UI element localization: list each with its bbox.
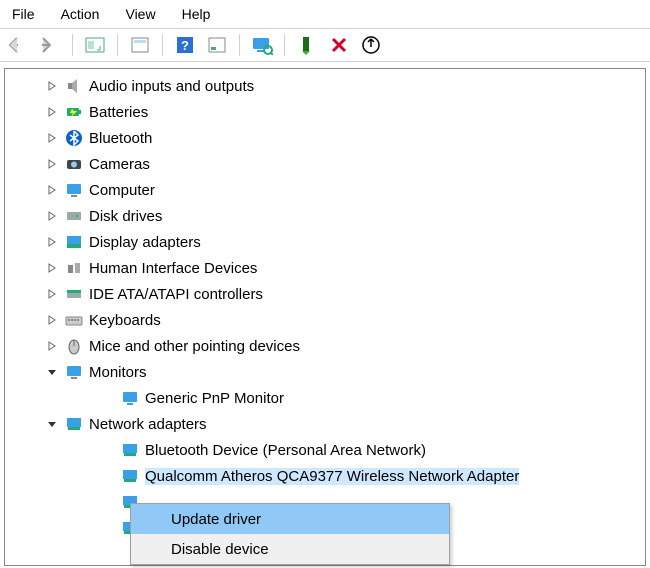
scan-hardware-button[interactable] (250, 33, 274, 57)
tree-node-label: Human Interface Devices (89, 260, 257, 277)
battery-icon (65, 103, 83, 121)
menu-file[interactable]: File (8, 4, 39, 24)
toolbar-sep (239, 34, 240, 56)
speaker-icon (65, 77, 83, 95)
forward-button[interactable] (38, 33, 62, 57)
menu-action[interactable]: Action (57, 4, 104, 24)
expand-icon[interactable] (45, 313, 59, 327)
tree-node[interactable]: Audio inputs and outputs (5, 73, 645, 99)
tree-node[interactable]: Bluetooth Device (Personal Area Network) (5, 437, 645, 463)
expand-icon[interactable] (45, 131, 59, 145)
tree-node-label: Computer (89, 182, 155, 199)
tree-node[interactable]: Network adapters (5, 411, 645, 437)
back-button[interactable] (6, 33, 30, 57)
expand-icon[interactable] (45, 105, 59, 119)
expand-icon[interactable] (45, 157, 59, 171)
tree-node[interactable]: Bluetooth (5, 125, 645, 151)
tree-node-label: Disk drives (89, 208, 162, 225)
monitor-blue-icon (121, 389, 139, 407)
display-icon (65, 233, 83, 251)
tree-node-label: IDE ATA/ATAPI controllers (89, 286, 263, 303)
tree-node-label: Network adapters (89, 416, 207, 433)
tree-node[interactable]: Qualcomm Atheros QCA9377 Wireless Networ… (5, 463, 645, 489)
expand-icon[interactable] (45, 287, 59, 301)
update-driver-button[interactable] (359, 33, 383, 57)
tree-node[interactable]: Computer (5, 177, 645, 203)
ide-icon (65, 285, 83, 303)
tree-node-label: Mice and other pointing devices (89, 338, 300, 355)
show-hide-tree-button[interactable] (83, 33, 107, 57)
tree-spacer (101, 521, 115, 535)
monitor-icon (65, 363, 83, 381)
tree-node[interactable]: Display adapters (5, 229, 645, 255)
tree-node-label: Bluetooth (89, 130, 152, 147)
tree-node[interactable]: IDE ATA/ATAPI controllers (5, 281, 645, 307)
svg-text:?: ? (181, 38, 189, 53)
collapse-icon[interactable] (45, 365, 59, 379)
toolbar: ? (0, 28, 650, 62)
properties-button[interactable] (128, 33, 152, 57)
tree-node-label: Audio inputs and outputs (89, 78, 254, 95)
tree-node[interactable]: Generic PnP Monitor (5, 385, 645, 411)
menu-view[interactable]: View (121, 4, 159, 24)
tree-node[interactable]: Mice and other pointing devices (5, 333, 645, 359)
menu-bar: File Action View Help (0, 0, 650, 28)
tree-node[interactable]: Disk drives (5, 203, 645, 229)
tree-spacer (101, 469, 115, 483)
tree-node[interactable]: Cameras (5, 151, 645, 177)
expand-icon[interactable] (45, 209, 59, 223)
tree-node[interactable]: Batteries (5, 99, 645, 125)
context-menu: Update driver Disable device (130, 503, 450, 565)
tree-spacer (101, 391, 115, 405)
device-tree[interactable]: Audio inputs and outputs Batteries Bluetoo… (4, 68, 646, 566)
action-button[interactable] (205, 33, 229, 57)
tree-node-label: Monitors (89, 364, 147, 381)
expand-icon[interactable] (45, 183, 59, 197)
help-button[interactable]: ? (173, 33, 197, 57)
ctx-disable-device[interactable]: Disable device (131, 534, 449, 564)
toolbar-sep (284, 34, 285, 56)
toolbar-sep (162, 34, 163, 56)
tree-spacer (101, 443, 115, 457)
net-icon (65, 415, 83, 433)
tree-spacer (101, 495, 115, 509)
monitor-icon (65, 181, 83, 199)
tree-node-label: Generic PnP Monitor (145, 390, 284, 407)
mouse-icon (65, 337, 83, 355)
enable-device-button[interactable] (295, 33, 319, 57)
tree-node-label: Keyboards (89, 312, 161, 329)
tree-node[interactable]: Monitors (5, 359, 645, 385)
keyboard-icon (65, 311, 83, 329)
uninstall-device-button[interactable] (327, 33, 351, 57)
toolbar-sep (72, 34, 73, 56)
net-blue-icon (121, 441, 139, 459)
expand-icon[interactable] (45, 261, 59, 275)
ctx-update-driver[interactable]: Update driver (131, 504, 449, 534)
toolbar-sep (117, 34, 118, 56)
tree-node[interactable]: Keyboards (5, 307, 645, 333)
bluetooth-icon (65, 129, 83, 147)
expand-icon[interactable] (45, 339, 59, 353)
tree-node-label: Qualcomm Atheros QCA9377 Wireless Networ… (145, 468, 519, 485)
tree-node-label: Display adapters (89, 234, 201, 251)
expand-icon[interactable] (45, 235, 59, 249)
tree-node-label: Bluetooth Device (Personal Area Network) (145, 442, 426, 459)
net-blue-icon (121, 467, 139, 485)
disk-icon (65, 207, 83, 225)
tree-node-label: Batteries (89, 104, 148, 121)
tree-node[interactable]: Human Interface Devices (5, 255, 645, 281)
menu-help[interactable]: Help (178, 4, 215, 24)
tree-node-label: Cameras (89, 156, 150, 173)
expand-icon[interactable] (45, 79, 59, 93)
camera-icon (65, 155, 83, 173)
collapse-icon[interactable] (45, 417, 59, 431)
hid-icon (65, 259, 83, 277)
